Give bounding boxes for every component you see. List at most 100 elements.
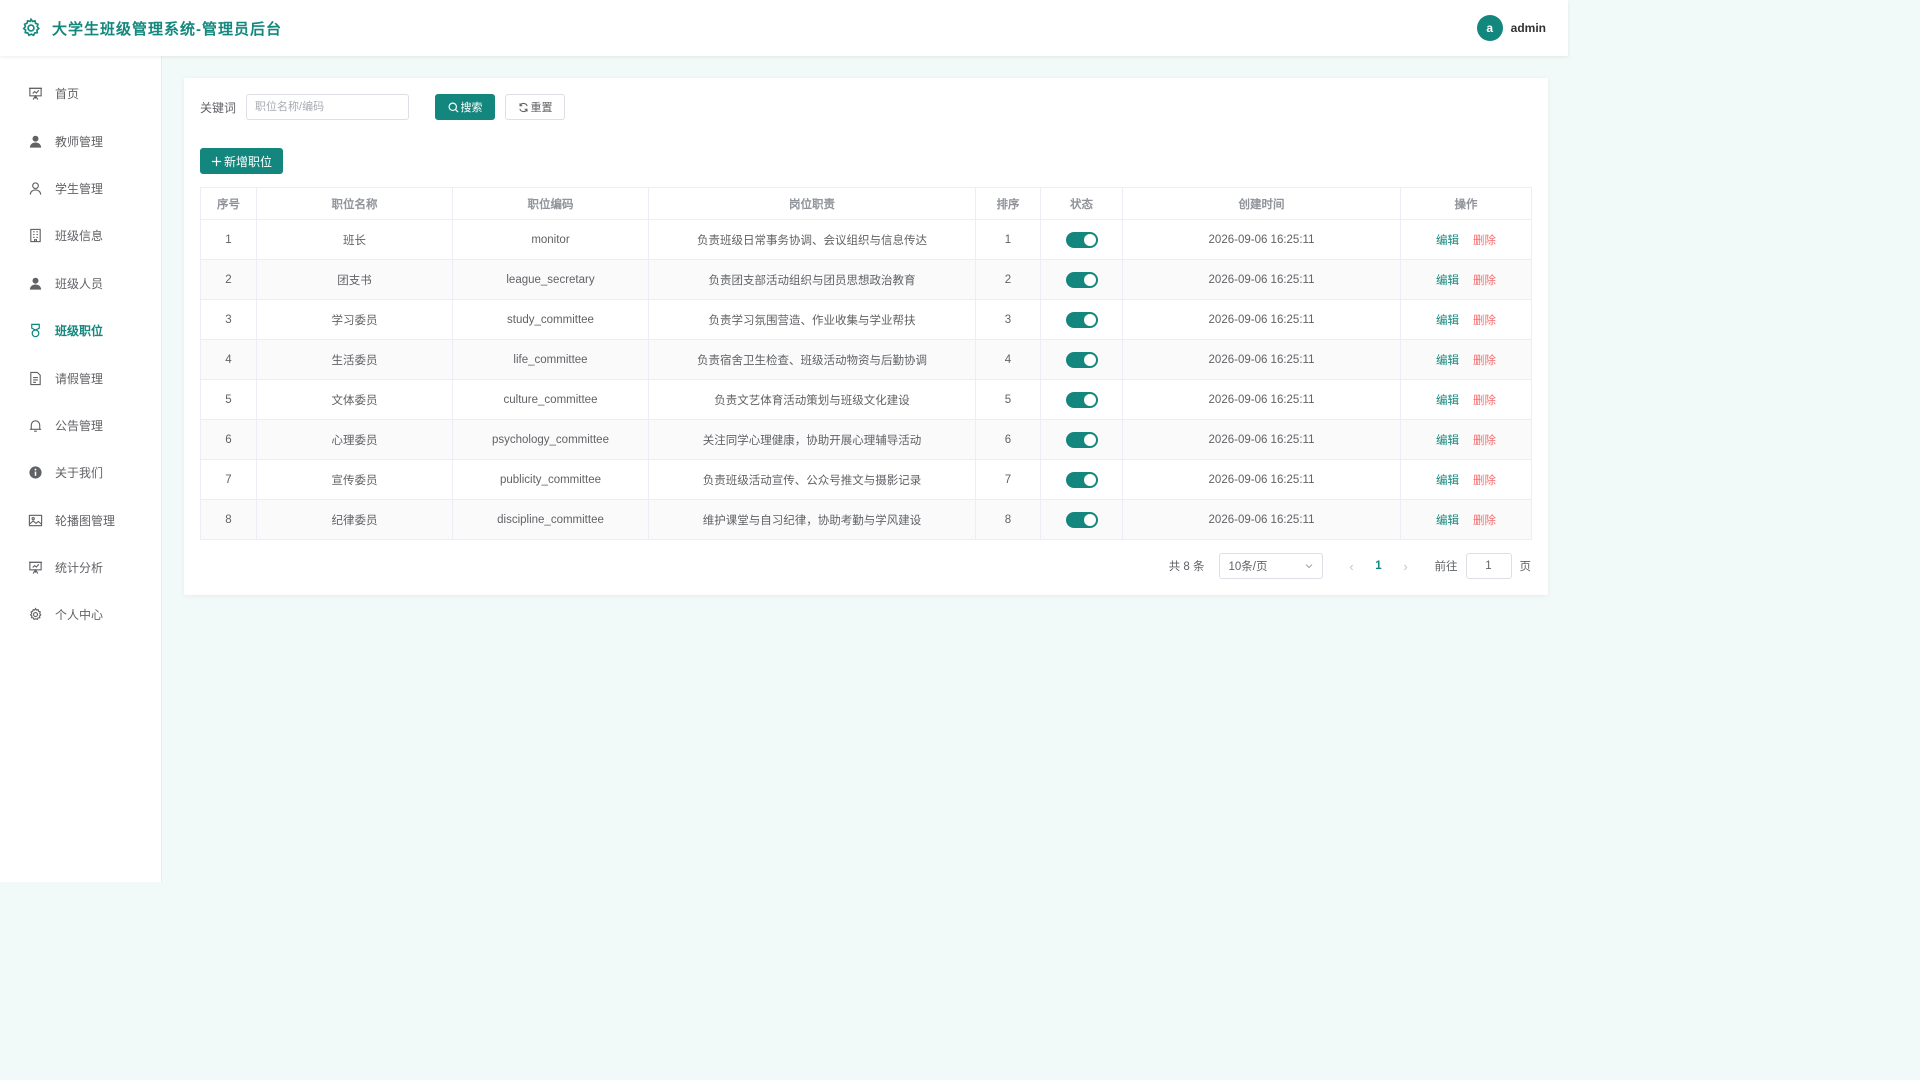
edit-button[interactable]: 编辑 — [1436, 435, 1459, 447]
cell-status — [1040, 379, 1123, 420]
status-toggle[interactable] — [1065, 431, 1098, 448]
cell-status — [1040, 219, 1123, 260]
cell-sort: 6 — [975, 419, 1041, 460]
add-position-button[interactable]: 新增职位 — [200, 148, 283, 174]
brand: 大学生班级管理系统-管理员后台 — [20, 17, 282, 39]
cell-actions: 编辑 删除 — [1400, 379, 1532, 420]
sidebar-item-students[interactable]: 学生管理 — [0, 165, 161, 212]
sidebar: 首页 教师管理 学生管理 班级信息 班级人员 班级职位 请假管理 公告管理 关于… — [0, 56, 162, 882]
pagination: 共 8 条 10条/页 ‹ 1 › 前往 页 — [1169, 553, 1531, 579]
cell-name: 纪律委员 — [256, 499, 453, 540]
delete-button[interactable]: 删除 — [1473, 315, 1496, 327]
sidebar-item-teachers[interactable]: 教师管理 — [0, 117, 161, 164]
cell-sort: 8 — [975, 499, 1041, 540]
status-toggle[interactable] — [1065, 231, 1098, 248]
cell-duty: 负责班级日常事务协调、会议组织与信息传达 — [648, 219, 976, 260]
cell-created: 2026-09-06 16:25:11 — [1122, 259, 1401, 300]
sidebar-item-profile[interactable]: 个人中心 — [0, 591, 161, 638]
delete-button[interactable]: 删除 — [1473, 355, 1496, 367]
sidebar-item-leave[interactable]: 请假管理 — [0, 354, 161, 401]
status-toggle[interactable] — [1065, 471, 1098, 488]
column-header: 职位名称 — [256, 187, 453, 220]
page-number[interactable]: 1 — [1363, 560, 1395, 572]
cell-code: culture_committee — [452, 379, 649, 420]
delete-button[interactable]: 删除 — [1473, 235, 1496, 247]
picture-icon — [28, 514, 43, 526]
sidebar-item-class-members[interactable]: 班级人员 — [0, 260, 161, 307]
sidebar-item-label: 班级人员 — [55, 276, 104, 291]
page-size-select[interactable]: 10条/页 — [1218, 553, 1323, 579]
status-toggle[interactable] — [1065, 271, 1098, 288]
status-toggle[interactable] — [1065, 351, 1098, 368]
cell-actions: 编辑 删除 — [1400, 419, 1532, 460]
cell-sort: 5 — [975, 379, 1041, 420]
refresh-icon — [518, 102, 528, 112]
table-header-row: 序号 职位名称 职位编码 岗位职责 排序 状态 创建时间 操作 — [200, 187, 1532, 220]
cell-code: publicity_committee — [452, 459, 649, 500]
plus-icon — [211, 156, 222, 166]
cell-name: 心理委员 — [256, 419, 453, 460]
cell-name: 文体委员 — [256, 379, 453, 420]
sidebar-item-class-positions[interactable]: 班级职位 — [0, 307, 161, 354]
chevron-down-icon — [1305, 564, 1312, 569]
sidebar-item-statistics[interactable]: 统计分析 — [0, 544, 161, 591]
edit-button[interactable]: 编辑 — [1436, 515, 1459, 527]
table-row: 7 宣传委员 publicity_committee 负责班级活动宣传、公众号推… — [200, 459, 1532, 500]
document-icon — [30, 371, 41, 385]
status-toggle[interactable] — [1065, 391, 1098, 408]
edit-button[interactable]: 编辑 — [1436, 315, 1459, 327]
cell-duty: 负责宿舍卫生检查、班级活动物资与后勤协调 — [648, 339, 976, 380]
goto-page-input[interactable] — [1465, 553, 1512, 579]
column-header: 职位编码 — [452, 187, 649, 220]
keyword-label: 关键词 — [200, 100, 237, 115]
delete-button[interactable]: 删除 — [1473, 275, 1496, 287]
search-icon — [448, 102, 459, 113]
edit-button[interactable]: 编辑 — [1436, 235, 1459, 247]
cell-created: 2026-09-06 16:25:11 — [1122, 339, 1401, 380]
user-menu[interactable]: a admin — [1476, 15, 1546, 41]
table-row: 5 文体委员 culture_committee 负责文艺体育活动策划与班级文化… — [200, 379, 1532, 420]
search-button[interactable]: 搜索 — [435, 94, 496, 120]
status-toggle[interactable] — [1065, 511, 1098, 528]
cell-duty: 负责团支部活动组织与团员思想政治教育 — [648, 259, 976, 300]
edit-button[interactable]: 编辑 — [1436, 395, 1459, 407]
reset-button[interactable]: 重置 — [505, 94, 566, 120]
sidebar-item-about[interactable]: 关于我们 — [0, 449, 161, 496]
cell-code: monitor — [452, 219, 649, 260]
delete-button[interactable]: 删除 — [1473, 515, 1496, 527]
search-button-label: 搜索 — [460, 102, 483, 114]
app-title: 大学生班级管理系统-管理员后台 — [52, 20, 282, 38]
delete-button[interactable]: 删除 — [1473, 395, 1496, 407]
sidebar-item-label: 统计分析 — [55, 561, 104, 576]
cell-actions: 编辑 删除 — [1400, 259, 1532, 300]
cell-status — [1040, 299, 1123, 340]
delete-button[interactable]: 删除 — [1473, 435, 1496, 447]
username[interactable]: admin — [1511, 21, 1546, 35]
avatar[interactable]: a — [1476, 15, 1503, 41]
sidebar-item-announcements[interactable]: 公告管理 — [0, 402, 161, 449]
cell-duty: 负责学习氛围营造、作业收集与学业帮扶 — [648, 299, 976, 340]
edit-button[interactable]: 编辑 — [1436, 275, 1459, 287]
cell-code: study_committee — [452, 299, 649, 340]
prev-page-button[interactable]: ‹ — [1341, 559, 1363, 574]
keyword-input[interactable] — [246, 94, 410, 120]
cell-actions: 编辑 删除 — [1400, 299, 1532, 340]
sidebar-item-label: 班级信息 — [55, 229, 104, 244]
content-card: 关键词 搜索 重置 新增职位 序号 职位名称 职位编码 岗位职责 排序 状态 — [184, 78, 1548, 595]
cell-index: 2 — [200, 259, 257, 300]
sidebar-item-class-info[interactable]: 班级信息 — [0, 212, 161, 259]
edit-button[interactable]: 编辑 — [1436, 355, 1459, 367]
sidebar-item-home[interactable]: 首页 — [0, 70, 161, 117]
delete-button[interactable]: 删除 — [1473, 475, 1496, 487]
edit-button[interactable]: 编辑 — [1436, 475, 1459, 487]
presentation-icon — [28, 561, 43, 574]
cell-index: 4 — [200, 339, 257, 380]
cell-index: 5 — [200, 379, 257, 420]
next-page-button[interactable]: › — [1395, 559, 1417, 574]
sidebar-item-carousel[interactable]: 轮播图管理 — [0, 497, 161, 544]
cell-sort: 7 — [975, 459, 1041, 500]
positions-table: 序号 职位名称 职位编码 岗位职责 排序 状态 创建时间 操作 1 班长 mon… — [200, 187, 1532, 540]
cell-index: 7 — [200, 459, 257, 500]
status-toggle[interactable] — [1065, 311, 1098, 328]
reset-button-label: 重置 — [530, 102, 553, 114]
